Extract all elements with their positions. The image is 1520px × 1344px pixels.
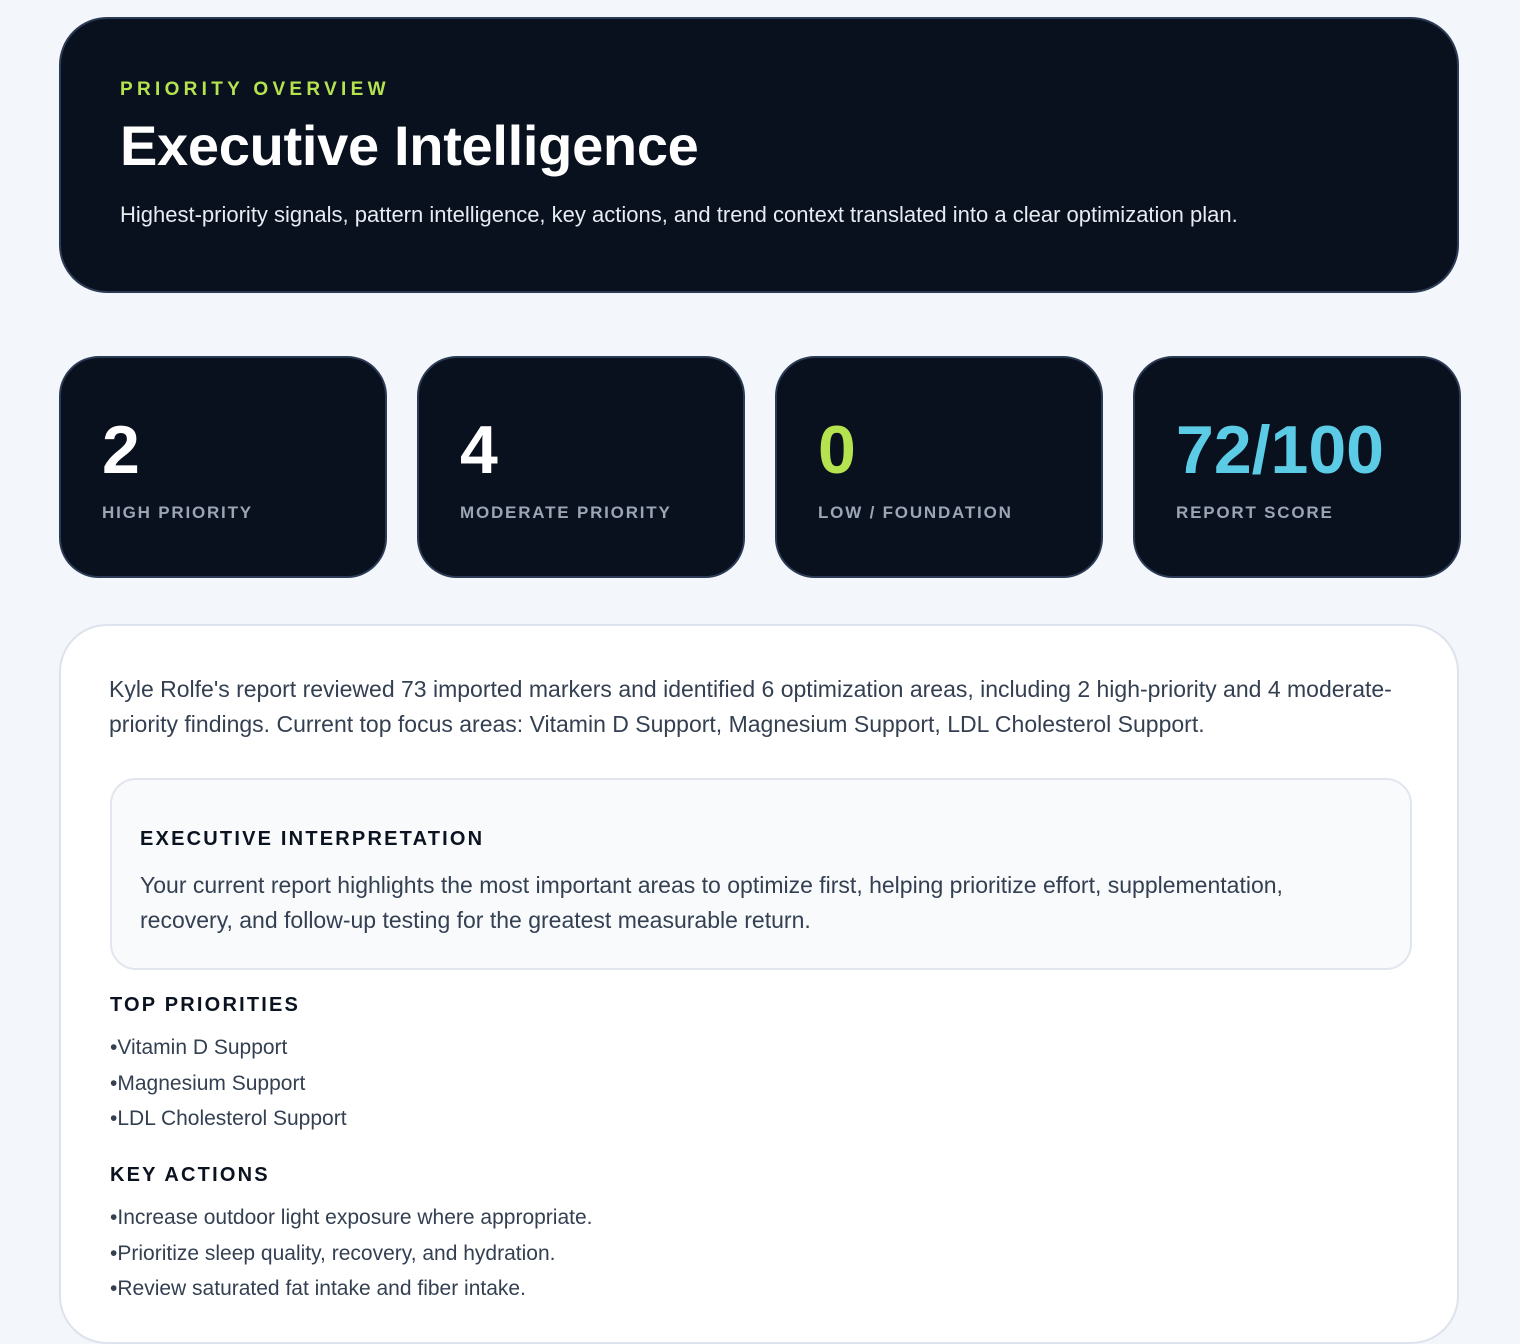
stat-card-report-score: 72/100 REPORT SCORE [1133, 356, 1461, 578]
interpretation-text: Your current report highlights the most … [140, 872, 1283, 933]
stat-card-high-priority: 2 HIGH PRIORITY [59, 356, 387, 578]
list-item: Prioritize sleep quality, recovery, and … [110, 1236, 592, 1272]
stat-label-low-foundation: LOW / FOUNDATION [818, 503, 1013, 522]
top-priorities-list: Vitamin D Support Magnesium Support LDL … [110, 1030, 347, 1137]
stat-card-low-foundation: 0 LOW / FOUNDATION [775, 356, 1103, 578]
list-item: Increase outdoor light exposure where ap… [110, 1200, 592, 1236]
list-item: Vitamin D Support [110, 1030, 347, 1066]
top-priorities-title: TOP PRIORITIES [110, 994, 301, 1016]
section-eyebrow: PRIORITY OVERVIEW [120, 79, 390, 100]
stat-value-low-foundation: 0 [818, 412, 856, 488]
list-item: Magnesium Support [110, 1066, 347, 1102]
executive-interpretation-box: EXECUTIVE INTERPRETATION Your current re… [110, 778, 1412, 970]
list-item: LDL Cholesterol Support [110, 1101, 346, 1137]
stat-label-high-priority: HIGH PRIORITY [102, 503, 253, 522]
stat-value-report-score: 72/100 [1176, 412, 1384, 488]
summary-text: Kyle Rolfe's report reviewed 73 imported… [109, 676, 1392, 737]
stat-label-report-score: REPORT SCORE [1176, 503, 1334, 522]
key-actions-list: Increase outdoor light exposure where ap… [110, 1200, 592, 1307]
priority-overview-header: PRIORITY OVERVIEW Executive Intelligence… [59, 17, 1459, 293]
list-item: Review saturated fat intake and fiber in… [110, 1271, 592, 1307]
stat-label-moderate-priority: MODERATE PRIORITY [460, 503, 672, 522]
stat-value-high-priority: 2 [102, 412, 140, 488]
stat-value-moderate-priority: 4 [460, 412, 498, 488]
stat-card-moderate-priority: 4 MODERATE PRIORITY [417, 356, 745, 578]
page-subtitle: Highest-priority signals, pattern intell… [120, 202, 1238, 227]
key-actions-title: KEY ACTIONS [110, 1164, 270, 1186]
executive-summary-card: Kyle Rolfe's report reviewed 73 imported… [59, 624, 1459, 1344]
interpretation-title: EXECUTIVE INTERPRETATION [140, 828, 485, 850]
page-title: Executive Intelligence [120, 114, 699, 177]
